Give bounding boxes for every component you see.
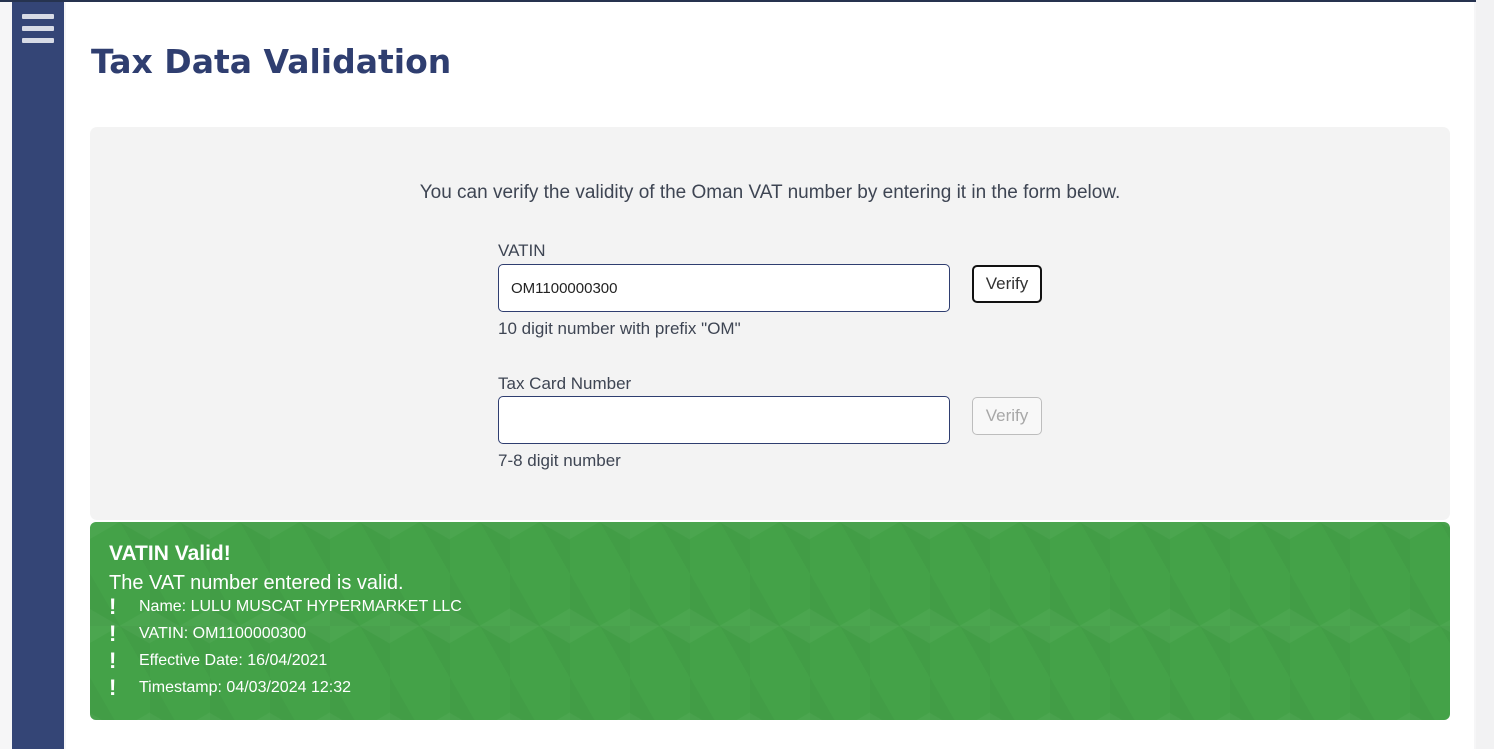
result-item-timestamp: ! Timestamp: 04/03/2024 12:32 [109,675,351,701]
menu-line [22,38,54,43]
vatin-input[interactable] [498,264,950,312]
sidebar [12,2,64,749]
exclamation-icon: ! [109,621,117,646]
exclamation-icon: ! [109,594,117,619]
result-item-text: Name: LULU MUSCAT HYPERMARKET LLC [139,598,462,615]
form-intro-text: You can verify the validity of the Oman … [419,182,1121,203]
app-window: Tax Data Validation You can verify the v… [0,0,1494,749]
tax-card-input[interactable] [498,396,950,444]
vatin-hint: 10 digit number with prefix "OM" [498,319,741,338]
vatin-label: VATIN [498,241,546,260]
page-title: Tax Data Validation [91,42,452,81]
tax-card-label: Tax Card Number [498,374,632,393]
exclamation-icon: ! [109,675,117,700]
page-background-edge [1476,0,1494,749]
main-content: Tax Data Validation You can verify the v… [66,2,1474,749]
result-title: VATIN Valid! [109,542,231,565]
result-item-effective-date: ! Effective Date: 16/04/2021 [109,648,327,674]
result-item-text: VATIN: OM1100000300 [139,625,307,642]
hamburger-menu-icon[interactable] [21,12,55,46]
menu-line [22,14,54,19]
tax-card-verify-button[interactable]: Verify [972,397,1042,435]
result-item-text: Effective Date: 16/04/2021 [139,652,328,669]
validation-result-panel: VATIN Valid! The VAT number entered is v… [90,522,1450,720]
tax-card-hint: 7-8 digit number [498,451,621,470]
vatin-verify-button[interactable]: Verify [972,265,1042,303]
result-subtitle: The VAT number entered is valid. [109,572,404,594]
menu-line [22,26,54,31]
result-item-vatin: ! VATIN: OM1100000300 [109,621,306,647]
exclamation-icon: ! [109,648,117,673]
result-item-name: ! Name: LULU MUSCAT HYPERMARKET LLC [109,594,462,620]
result-item-text: Timestamp: 04/03/2024 12:32 [139,679,351,696]
validation-form-panel: You can verify the validity of the Oman … [90,127,1450,520]
